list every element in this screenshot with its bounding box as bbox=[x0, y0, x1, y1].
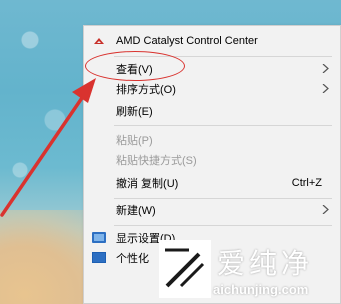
menu-item-label: 排序方式(O) bbox=[116, 84, 176, 96]
menu-item-sort-by[interactable]: 排序方式(O) bbox=[84, 78, 340, 100]
menu-separator bbox=[114, 125, 332, 126]
display-icon bbox=[92, 232, 106, 243]
chevron-right-icon bbox=[322, 205, 329, 214]
menu-item-paste-shortcut[interactable]: 粘贴快捷方式(S) bbox=[84, 149, 340, 171]
amd-icon bbox=[94, 38, 104, 44]
personalize-icon bbox=[92, 252, 106, 263]
menu-item-shortcut: Ctrl+Z bbox=[291, 177, 322, 189]
menu-item-undo-copy[interactable]: 撤消 复制(U) Ctrl+Z bbox=[84, 172, 340, 194]
menu-item-label: 粘贴快捷方式(S) bbox=[116, 155, 197, 167]
menu-item-label: AMD Catalyst Control Center bbox=[116, 35, 258, 47]
aichunjing-logo bbox=[159, 240, 211, 298]
annotation-ellipse bbox=[85, 51, 185, 81]
menu-item-label: 刷新(E) bbox=[116, 106, 153, 118]
watermark-url: aichunjing.com bbox=[213, 282, 309, 297]
menu-item-label: 撤消 复制(U) bbox=[116, 178, 179, 190]
watermark-title: 爱纯净 bbox=[217, 247, 314, 280]
menu-item-new[interactable]: 新建(W) bbox=[84, 199, 340, 221]
watermark: 爱纯净 aichunjing.com bbox=[155, 236, 341, 304]
menu-item-amd-catalyst[interactable]: AMD Catalyst Control Center bbox=[84, 30, 340, 52]
menu-item-label: 新建(W) bbox=[116, 205, 156, 217]
menu-item-refresh[interactable]: 刷新(E) bbox=[84, 100, 340, 122]
menu-item-paste[interactable]: 粘贴(P) bbox=[84, 129, 340, 151]
chevron-right-icon bbox=[322, 64, 329, 73]
chevron-right-icon bbox=[322, 84, 329, 93]
menu-separator bbox=[114, 225, 332, 226]
menu-item-label: 粘贴(P) bbox=[116, 135, 153, 147]
menu-item-label: 个性化 bbox=[116, 253, 149, 265]
